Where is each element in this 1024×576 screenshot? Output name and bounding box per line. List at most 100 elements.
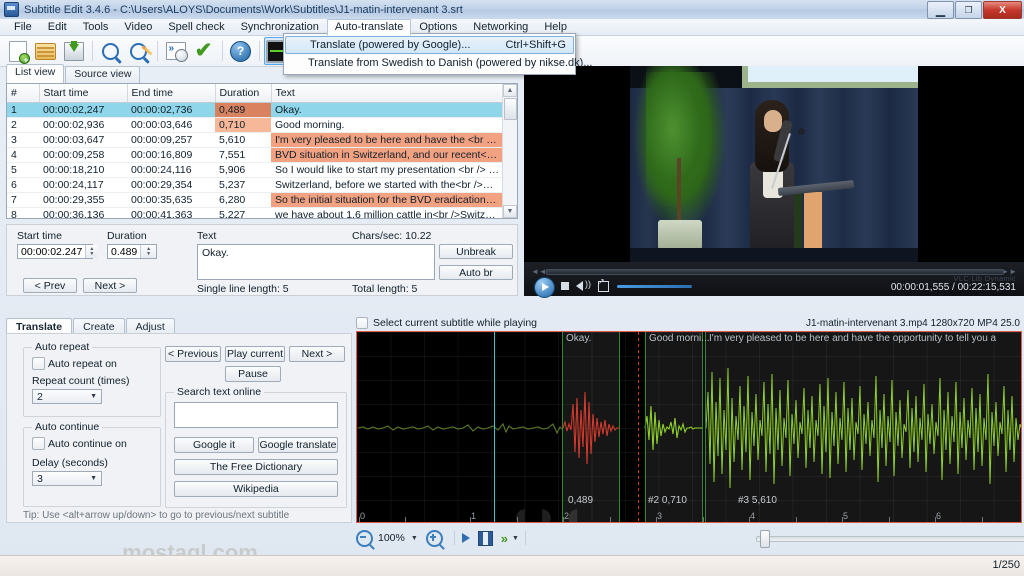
menu-edit[interactable]: Edit [40, 19, 75, 36]
table-row[interactable]: 6 00:00:24,117 00:00:29,354 5,237 Switze… [7, 178, 504, 193]
scroll-down-icon[interactable]: ▼ [503, 205, 517, 218]
zoom-out-icon[interactable] [356, 530, 373, 547]
pause-button[interactable]: Pause [225, 366, 281, 382]
maximize-button[interactable]: ❐ [955, 1, 982, 19]
menu-item-translate-swedish-danish[interactable]: Translate from Swedish to Danish (powere… [284, 54, 575, 72]
volume-slider[interactable] [617, 285, 692, 288]
google-translate-button[interactable]: Google translate [258, 437, 338, 453]
table-row[interactable]: 5 00:00:18,210 00:00:24,116 5,906 So I w… [7, 163, 504, 178]
cell-number: 5 [7, 163, 39, 178]
new-subtitle-button[interactable] [4, 38, 31, 64]
duration-field[interactable]: 0.489 ▲▼ [107, 244, 157, 259]
volume-icon[interactable] [576, 281, 583, 291]
auto-continue-checkbox[interactable] [32, 437, 45, 450]
menu-spell-check[interactable]: Spell check [160, 19, 232, 36]
tab-list-view[interactable]: List view [6, 64, 64, 83]
waveform-forward-icon[interactable]: » [501, 533, 508, 544]
waveform-position-slider[interactable] [756, 536, 1024, 542]
menu-file[interactable]: File [6, 19, 40, 36]
subtitle-start-marker-3[interactable] [705, 332, 706, 522]
next-subtitle-button[interactable]: Next > [83, 278, 137, 293]
save-subtitle-button[interactable] [60, 38, 87, 64]
subtitle-list[interactable]: # Start time End time Duration Text 1 00… [6, 83, 518, 219]
spell-check-button[interactable]: ✔ [190, 38, 217, 64]
cell-number: 1 [7, 103, 39, 118]
seek-backward-icon[interactable]: ◄◄ [531, 267, 547, 276]
delay-seconds-select[interactable]: 3 ▼ [32, 471, 102, 486]
cell-text: we have about 1.6 million cattle in<br /… [271, 208, 504, 220]
playhead-marker [638, 332, 639, 522]
new-document-icon [9, 41, 27, 62]
column-header-text[interactable]: Text [271, 84, 504, 103]
waveform-cursor[interactable] [494, 332, 495, 522]
scrollbar-thumb[interactable] [504, 98, 517, 120]
window-title: Subtitle Edit 3.4.6 - C:\Users\ALOYS\Doc… [24, 4, 463, 16]
unbreak-button[interactable]: Unbreak [439, 244, 513, 259]
timing-icon [166, 42, 186, 60]
subtitle-end-marker-2[interactable] [702, 332, 703, 522]
menu-item-translate-google[interactable]: Translate (powered by Google)... Ctrl+Sh… [285, 36, 574, 54]
fullscreen-button[interactable] [598, 281, 609, 292]
previous-button[interactable]: < Previous [165, 346, 221, 362]
tab-source-view[interactable]: Source view [65, 66, 140, 83]
video-seek-bar[interactable] [546, 269, 1004, 275]
cell-duration: 5,610 [215, 133, 271, 148]
start-time-field[interactable]: 00:00:02.247 ▲▼ [17, 244, 93, 259]
repeat-count-select[interactable]: 2 ▼ [32, 389, 102, 404]
subtitle-start-marker-1[interactable] [562, 332, 563, 522]
column-header-end-time[interactable]: End time [127, 84, 215, 103]
waveform-controls: 100% ▼ » ▼ [356, 527, 1022, 549]
cell-end-time: 00:00:24,116 [127, 163, 215, 178]
menu-video[interactable]: Video [116, 19, 160, 36]
column-header-duration[interactable]: Duration [215, 84, 271, 103]
table-row[interactable]: 1 00:00:02,247 00:00:02,736 0,489 Okay. [7, 103, 504, 118]
table-row[interactable]: 4 00:00:09,258 00:00:16,809 7,551 BVD si… [7, 148, 504, 163]
column-header-number[interactable]: # [7, 84, 39, 103]
waveform-display[interactable]: ◖◗◖ Okay. Good morni... [356, 331, 1022, 523]
zoom-in-icon[interactable] [426, 530, 443, 547]
search-text-input[interactable] [174, 402, 338, 428]
auto-repeat-checkbox[interactable] [32, 357, 45, 370]
video-player[interactable]: ◄◄ ►► )) VLC Lib Dynamic 00:00:01,555 / … [524, 66, 1024, 296]
menu-tools[interactable]: Tools [75, 19, 117, 36]
waveform-play-icon[interactable] [462, 533, 470, 543]
close-button[interactable]: X [983, 1, 1022, 19]
free-dictionary-button[interactable]: The Free Dictionary [174, 459, 338, 475]
column-header-start-time[interactable]: Start time [39, 84, 127, 103]
waveform-split-icon[interactable] [478, 531, 493, 546]
scroll-up-icon[interactable]: ▲ [503, 84, 517, 97]
auto-br-button[interactable]: Auto br [439, 265, 513, 280]
chevron-down-icon[interactable]: ▼ [411, 535, 418, 542]
play-current-button[interactable]: Play current [225, 346, 285, 362]
subtitle-text-input[interactable]: Okay. [197, 244, 435, 280]
replace-button[interactable] [125, 38, 152, 64]
listview-scrollbar[interactable]: ▲ ▼ [502, 84, 517, 218]
start-time-stepper[interactable]: ▲▼ [85, 245, 97, 258]
minimize-button[interactable]: ▁ [927, 1, 954, 19]
google-it-button[interactable]: Google it [174, 437, 254, 453]
text-label: Text [197, 230, 216, 242]
toolbar-separator [92, 41, 93, 61]
open-subtitle-button[interactable] [32, 38, 59, 64]
table-row[interactable]: 3 00:00:03,647 00:00:09,257 5,610 I'm ve… [7, 133, 504, 148]
subtitle-start-marker-2[interactable] [645, 332, 646, 522]
cell-number: 7 [7, 193, 39, 208]
play-button[interactable] [534, 277, 555, 298]
select-subtitle-while-playing-checkbox[interactable] [356, 317, 368, 329]
menu-auto-translate[interactable]: Auto-translate [327, 19, 411, 36]
help-button[interactable] [227, 38, 254, 64]
table-row[interactable]: 2 00:00:02,936 00:00:03,646 0,710 Good m… [7, 118, 504, 133]
table-header-row: # Start time End time Duration Text [7, 84, 504, 103]
waveform-slider-thumb[interactable] [760, 530, 770, 548]
table-row[interactable]: 8 00:00:36,136 00:00:41,363 5,227 we hav… [7, 208, 504, 220]
duration-stepper[interactable]: ▲▼ [140, 245, 156, 258]
find-button[interactable] [97, 38, 124, 64]
fix-common-errors-button[interactable] [162, 38, 189, 64]
stop-button[interactable] [561, 282, 569, 290]
subtitle-end-marker-1[interactable] [619, 332, 620, 522]
next-button[interactable]: Next > [289, 346, 345, 362]
table-row[interactable]: 7 00:00:29,355 00:00:35,635 6,280 So the… [7, 193, 504, 208]
chevron-down-icon[interactable]: ▼ [512, 535, 519, 542]
prev-subtitle-button[interactable]: < Prev [23, 278, 77, 293]
wikipedia-button[interactable]: Wikipedia [174, 481, 338, 497]
